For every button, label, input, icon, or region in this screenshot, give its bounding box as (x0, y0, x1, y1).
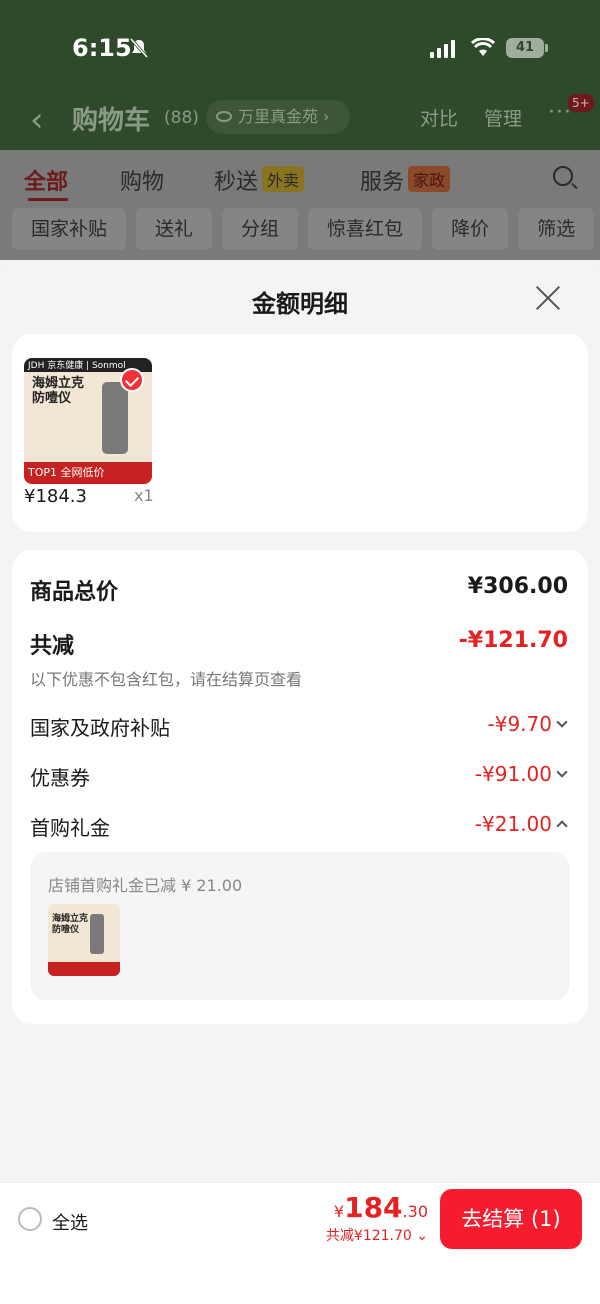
close-icon[interactable] (534, 284, 562, 312)
manage-button[interactable]: 管理 (484, 104, 522, 131)
tab-service[interactable]: 服务 家政 (360, 164, 451, 196)
discount-label: 共减 (30, 634, 75, 659)
discount-note: 以下优惠不包含红包，请在结算页查看 (30, 670, 303, 689)
product-card: JDH 京东健康 | Sonmol 海姆立克 防噎仪 TOP1 全网低价 ¥18… (12, 334, 588, 532)
chevron-up-icon[interactable] (556, 818, 566, 828)
wifi-icon (471, 38, 495, 56)
product-image-title: 海姆立克 防噎仪 (32, 376, 85, 406)
price-breakdown-card: 商品总价 ¥306.00 共减 -¥121.70 以下优惠不包含红包，请在结算页… (12, 550, 588, 1024)
coupon-label: 优惠券 (30, 766, 90, 790)
checkout-button[interactable]: 去结算 (1) (440, 1189, 582, 1249)
device-graphic (102, 382, 128, 454)
gift-detail-panel: 店铺首购礼金已减 ¥ 21.00 海姆立克 防噎仪 (30, 852, 570, 1000)
first-purchase-gift-value[interactable]: -¥21.00 (475, 812, 552, 836)
compare-button[interactable]: 对比 (420, 104, 458, 131)
search-icon[interactable] (553, 166, 573, 186)
select-all-radio[interactable] (18, 1207, 42, 1231)
tab-underline (28, 198, 68, 201)
back-icon[interactable]: ‹ (30, 100, 44, 140)
chevron-down-icon[interactable] (556, 768, 566, 778)
total-dec: .30 (402, 1202, 428, 1221)
discount-value: -¥121.70 (458, 628, 568, 653)
chip-group[interactable]: 分组 (222, 208, 299, 250)
amount-detail-sheet: 金额明细 JDH 京东健康 | Sonmol 海姆立克 防噎仪 TOP1 全网低… (0, 260, 600, 1182)
chip-national-subsidy[interactable]: 国家补贴 (12, 208, 127, 250)
tab-strip: 全部 购物 秒送 外卖 服务 家政 国家补贴 送礼 分组 惊喜红包 降价 筛选 (0, 150, 600, 260)
chip-filter[interactable]: 筛选 (518, 208, 595, 250)
gift-product-thumbnail: 海姆立克 防噎仪 (48, 904, 120, 976)
chip-red-packet[interactable]: 惊喜红包 (308, 208, 423, 250)
status-time: 6:15 (72, 34, 132, 62)
filter-chips: 国家补贴 送礼 分组 惊喜红包 降价 筛选 (12, 208, 595, 250)
eye-icon (216, 111, 232, 122)
address-label: 万里真金苑 (238, 107, 319, 126)
signal-icon (430, 40, 455, 58)
total-price-value: ¥306.00 (467, 574, 568, 599)
product-image-strip: TOP1 全网低价 (24, 462, 152, 484)
device-graphic (90, 914, 104, 954)
product-image[interactable]: JDH 京东健康 | Sonmol 海姆立克 防噎仪 TOP1 全网低价 (24, 358, 152, 484)
bell-muted-icon (130, 38, 148, 58)
tab-service-label: 服务 (360, 170, 405, 195)
select-all-label[interactable]: 全选 (52, 1209, 88, 1235)
tab-instant[interactable]: 秒送 外卖 (214, 164, 305, 196)
cart-count: (88) (164, 108, 199, 128)
notification-badge: 5+ (568, 94, 594, 112)
thumbnail-title: 海姆立克 防噎仪 (52, 914, 89, 935)
selected-check-icon (120, 368, 144, 392)
tab-service-tag: 家政 (408, 166, 451, 192)
address-pill[interactable]: 万里真金苑 › (206, 100, 350, 134)
total-price-label: 商品总价 (30, 580, 119, 605)
tab-shopping[interactable]: 购物 (120, 164, 164, 196)
battery-icon: 41 (506, 38, 548, 58)
battery-level: 41 (515, 40, 535, 55)
total-amount: ¥184.30 (334, 1191, 428, 1224)
coupon-value[interactable]: -¥91.00 (475, 762, 552, 786)
tab-instant-tag: 外卖 (262, 166, 305, 192)
chevron-down-icon[interactable] (556, 718, 566, 728)
gift-detail-text: 店铺首购礼金已减 ¥ 21.00 (48, 876, 243, 895)
product-qty: x1 (134, 486, 154, 505)
header-area: 6:15 41 ‹ 购物车 (88) 万里真金苑 › 对比 管理 ··· 5+ (0, 0, 600, 150)
page-title: 购物车 (72, 106, 151, 136)
tab-all[interactable]: 全部 (24, 164, 68, 196)
chip-price-drop[interactable]: 降价 (432, 208, 509, 250)
subsidy-value[interactable]: -¥9.70 (488, 712, 552, 736)
chip-gift[interactable]: 送礼 (136, 208, 213, 250)
total-saved-text: 共减¥121.70 (325, 1228, 412, 1244)
total-int: 184 (344, 1191, 403, 1224)
tab-instant-label: 秒送 (214, 170, 259, 195)
total-yen: ¥ (333, 1202, 345, 1221)
first-purchase-gift-label: 首购礼金 (30, 816, 110, 840)
subsidy-label: 国家及政府补贴 (30, 716, 170, 740)
checkout-bar: 全选 ¥184.30 共减¥121.70 ⌄ 去结算 (1) (0, 1182, 600, 1304)
thumbnail-strip (48, 962, 120, 976)
sheet-title: 金额明细 (252, 290, 348, 318)
product-price: ¥184.3 (24, 486, 87, 507)
home-indicator-area (0, 1253, 600, 1304)
total-saved[interactable]: 共减¥121.70 ⌄ (326, 1225, 428, 1245)
